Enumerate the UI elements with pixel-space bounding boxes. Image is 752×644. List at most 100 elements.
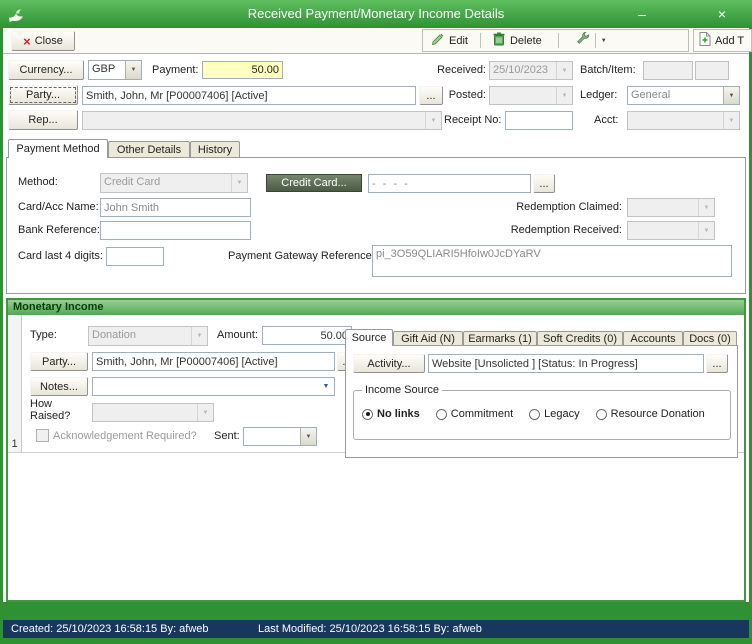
tab-other-details[interactable]: Other Details [108,141,190,157]
type-select: Donation [88,326,208,346]
posted-label: Posted: [448,89,486,101]
redemption-claimed-select [627,198,715,217]
activity-button[interactable]: Activity... [353,354,425,373]
chevron-down-icon[interactable] [318,383,334,390]
tools-wrench-button[interactable] [575,31,590,49]
dropdown-arrow-icon [723,87,739,104]
bank-reference-input[interactable] [100,221,251,240]
method-label: Method: [18,176,58,188]
ledger-select[interactable]: General [627,86,740,105]
radio-label: Legacy [544,408,580,420]
radio-resource-donation[interactable]: Resource Donation [595,408,705,420]
mi-party-input[interactable]: Smith, John, Mr [P00007406] [Active] [92,352,335,371]
dropdown-arrow-icon [125,61,141,79]
delete-button-label: Delete [509,34,542,47]
mi-party-button[interactable]: Party... [30,352,88,371]
radio-icon [362,408,373,420]
radio-commitment[interactable]: Commitment [435,408,514,420]
card-number-lookup-button[interactable]: ... [533,174,555,193]
radio-label: Commitment [450,408,514,420]
edit-tool-group: Edit Delete ▼ [422,29,689,52]
how-raised-select [92,403,214,422]
currency-select[interactable]: GBP [88,60,142,80]
activity-input[interactable]: Website [Unsolicted ] [Status: In Progre… [428,354,704,373]
add-button[interactable]: Add T [693,29,752,52]
card-acc-name-input[interactable]: John Smith [100,198,251,217]
toolbar-separator [594,33,596,48]
party-input[interactable]: Smith, John, Mr [P00007406] [Active] [82,86,416,105]
notes-button[interactable]: Notes... [30,377,88,396]
trash-icon [493,32,505,49]
tab-docs[interactable]: Docs (0) [683,331,737,345]
card-acc-name-label: Card/Acc Name: [18,201,99,213]
window-close-button[interactable]: × [702,0,742,28]
tab-earmarks[interactable]: Earmarks (1) [463,331,537,345]
received-date-value: 25/10/2023 [493,64,549,76]
tab-source[interactable]: Source [345,329,393,346]
ledger-label: Ledger: [580,89,618,101]
how-raised-label: How Raised? [30,398,71,422]
acct-label: Acct: [594,114,619,126]
bank-reference-label: Bank Reference: [18,224,100,236]
sent-select[interactable] [243,427,317,446]
payment-amount-input[interactable]: 50.00 [202,61,283,79]
amount-input[interactable]: 50.00 [262,326,352,345]
radio-no-links[interactable]: No links [362,408,420,420]
toolbar-separator [557,33,559,48]
dropdown-arrow-icon [723,112,739,129]
batch-input [643,61,693,80]
toolbar-separator [479,33,481,48]
received-label: Received: [437,64,486,76]
batch-item-label: Batch/Item: [580,64,636,76]
gateway-label: Payment Gateway Reference: [228,250,375,262]
radio-label: No links [377,408,420,420]
dropdown-arrow-icon [300,428,316,445]
item-input [695,61,729,80]
radio-legacy[interactable]: Legacy [529,408,580,420]
received-date-select: 25/10/2023 [489,61,573,80]
radio-icon [595,408,607,420]
monetary-income-header: Monetary Income [8,300,744,315]
income-source-legend: Income Source [362,384,442,396]
rep-select [82,111,442,130]
dropdown-arrow-icon [698,222,714,239]
dropdown-arrow-icon [197,404,213,421]
amount-label: Amount: [217,329,258,341]
notes-field[interactable] [92,377,335,396]
activity-lookup-button[interactable]: ... [706,354,728,373]
radio-icon [529,408,541,420]
credit-card-button[interactable]: Credit Card... [266,174,362,192]
tab-accounts[interactable]: Accounts [623,331,683,345]
ledger-value: General [631,89,671,101]
titlebar: Received Payment/Monetary Income Details… [0,0,752,28]
row-number-header[interactable]: 1 [8,315,22,452]
dialog-window: Received Payment/Monetary Income Details… [0,0,752,644]
party-button[interactable]: Party... [8,85,78,105]
wrench-icon [575,31,590,49]
currency-button[interactable]: Currency... [8,60,84,80]
receipt-no-input[interactable] [505,111,573,130]
radio-label: Resource Donation [610,408,705,420]
tab-history[interactable]: History [190,141,240,157]
edit-button[interactable]: Edit [431,33,468,49]
dropdown-arrow-icon [191,327,207,345]
toolbar: × Close Edit Delete ▼ Add T [3,28,752,54]
tab-gift-aid[interactable]: Gift Aid (N) [393,331,463,345]
posted-select [489,86,573,105]
card-number-input[interactable]: - - - - [368,174,531,193]
tools-dropdown-arrow-icon[interactable]: ▼ [601,38,607,44]
income-source-groupbox: Income Source No links Commitment Legacy… [353,384,731,440]
redemption-received-label: Redemption Received: [510,224,622,236]
rep-button[interactable]: Rep... [8,110,78,130]
card-last4-input[interactable] [106,247,164,266]
edit-button-label: Edit [449,34,468,47]
status-bar: Created: 25/10/2023 16:58:15 By: afweb L… [3,620,749,638]
tab-soft-credits[interactable]: Soft Credits (0) [537,331,623,345]
gateway-input[interactable]: pi_3O59QLIARI5HfoIw0JcDYaRV [372,245,732,277]
close-button[interactable]: × Close [11,31,75,51]
tab-payment-method[interactable]: Payment Method [8,139,108,158]
card-last4-label: Card last 4 digits: [18,250,103,262]
delete-button[interactable]: Delete [493,32,542,49]
pencil-icon [431,33,444,49]
minimize-button[interactable]: – [622,0,662,28]
